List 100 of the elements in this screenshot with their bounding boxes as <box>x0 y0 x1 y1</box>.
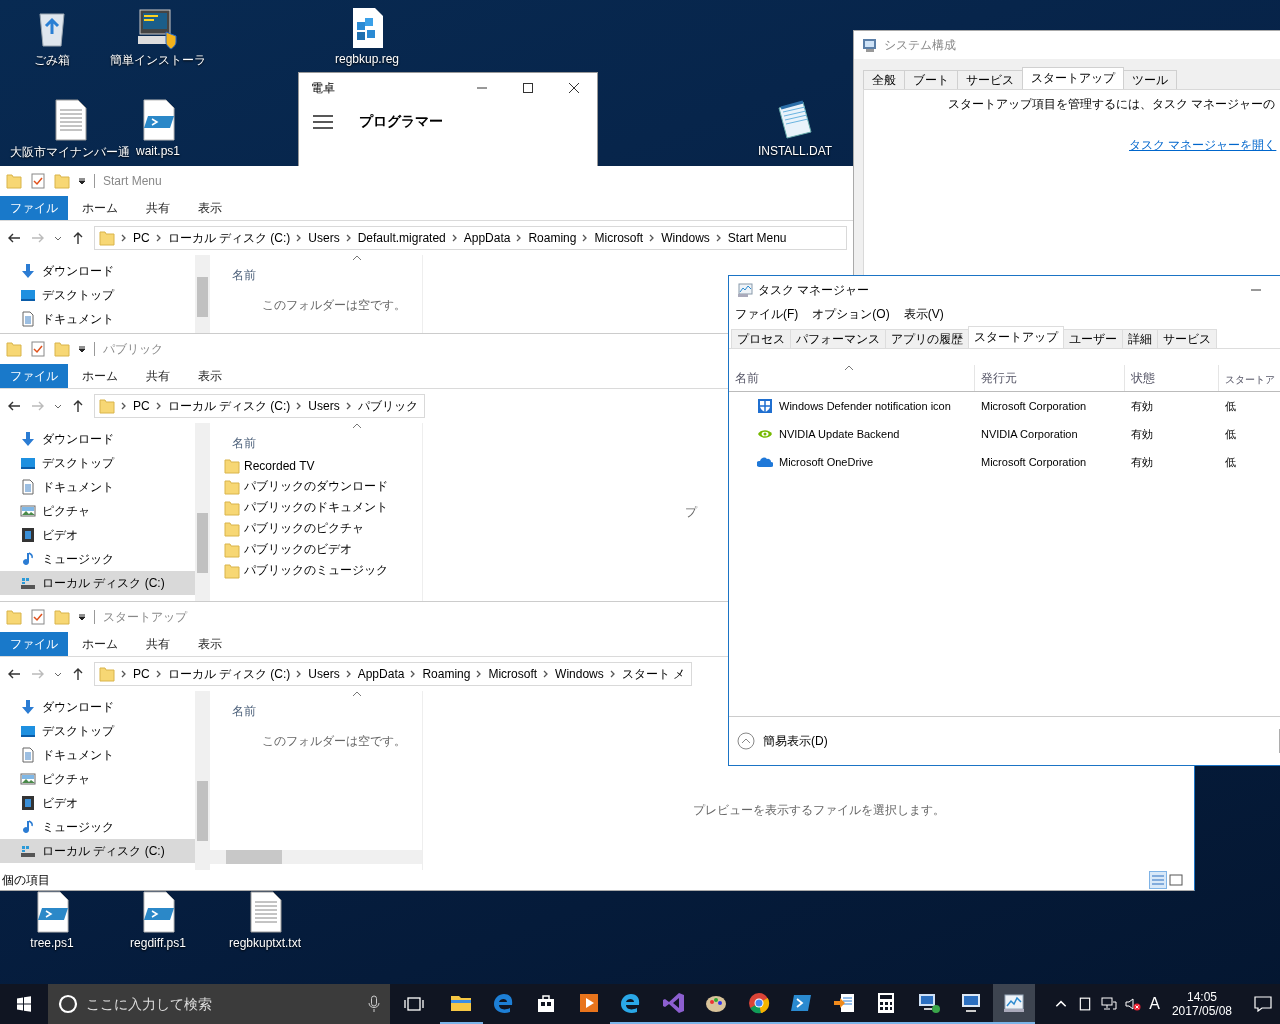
breadcrumb[interactable]: Start Menu <box>727 231 787 245</box>
nav-item[interactable]: ローカル ディスク (C:) <box>0 571 195 595</box>
tab[interactable]: スタートアップ <box>1022 67 1124 89</box>
desktop-icon-label[interactable]: INSTALL.DAT <box>757 144 833 158</box>
tab[interactable]: アプリの履歴 <box>885 329 969 348</box>
breadcrumb[interactable]: Default.migrated <box>357 231 446 245</box>
file-name[interactable]: パブリックのミュージック <box>244 562 388 579</box>
fewer-details-button[interactable]: 簡易表示(D) <box>729 732 836 750</box>
startup-row[interactable]: Microsoft OneDrive Microsoft Corporation 有効 低 <box>729 448 1280 476</box>
window-title: パブリック <box>103 340 163 358</box>
nav-label: ドキュメント <box>42 746 114 764</box>
column-header[interactable]: 名前 <box>222 697 256 720</box>
breadcrumb[interactable]: Microsoft <box>594 231 644 245</box>
address-bar[interactable]: PC ローカル ディスク (C:) Users AppData Roaming Microsoft Windows スタート メ <box>94 662 693 686</box>
file-name[interactable]: パブリックのビデオ <box>244 541 352 558</box>
tab[interactable]: ユーザー <box>1063 329 1123 348</box>
nav-item[interactable]: ダウンロード <box>0 259 195 283</box>
breadcrumb[interactable]: Roaming <box>422 667 471 681</box>
clock-time: 14:05 <box>1186 990 1217 1004</box>
nav-item[interactable]: デスクトップ <box>0 719 195 743</box>
nav-item[interactable]: ピクチャ <box>0 767 195 791</box>
breadcrumb[interactable]: ローカル ディスク (C:) <box>167 229 291 247</box>
file-name[interactable]: Recorded TV <box>244 458 315 473</box>
menu-item[interactable]: ファイル(F) <box>735 306 799 324</box>
breadcrumb[interactable]: スタート メ <box>621 665 686 683</box>
nav-item[interactable]: ドキュメント <box>0 475 195 499</box>
breadcrumb[interactable]: Microsoft <box>488 667 538 681</box>
breadcrumb[interactable]: AppData <box>463 231 511 245</box>
desktop-icon-label[interactable]: tree.ps1 <box>30 936 74 950</box>
nav-item[interactable]: ドキュメント <box>0 743 195 767</box>
nav-label: ダウンロード <box>42 698 114 716</box>
search-input[interactable]: ここに入力して検索 <box>84 995 362 1013</box>
nav-item[interactable]: ミュージック <box>0 547 195 571</box>
address-bar[interactable]: PC ローカル ディスク (C:) Users パブリック <box>94 394 425 418</box>
desktop-icon-label[interactable]: ごみ箱 <box>34 52 70 69</box>
breadcrumb[interactable]: Users <box>308 231 340 245</box>
ribbon-tab[interactable]: ファイル <box>0 364 68 388</box>
startup-impact: 低 <box>1225 398 1236 414</box>
column-header[interactable]: 名前 <box>735 370 759 387</box>
tab[interactable]: サービス <box>1157 329 1217 348</box>
address-bar[interactable]: PC ローカル ディスク (C:) Users Default.migrated AppData Roaming Microsoft Windows Start Menu <box>94 226 847 250</box>
breadcrumb[interactable]: PC <box>133 667 150 681</box>
column-header[interactable]: 状態 <box>1131 370 1155 387</box>
tab[interactable]: 全般 <box>863 70 905 89</box>
file-name[interactable]: パブリックのダウンロード <box>244 478 388 495</box>
column-header[interactable]: 発行元 <box>981 370 1017 387</box>
open-task-manager-link[interactable]: タスク マネージャーを開く <box>1129 137 1277 154</box>
nav-item[interactable]: ドキュメント <box>0 307 195 331</box>
nav-item[interactable]: ダウンロード <box>0 427 195 451</box>
nav-item[interactable]: デスクトップ <box>0 451 195 475</box>
breadcrumb[interactable]: Users <box>308 667 340 681</box>
column-header[interactable]: 名前 <box>222 429 256 452</box>
desktop-icon-label[interactable]: regbkup.reg <box>334 52 399 66</box>
column-header[interactable]: スタートア <box>1225 373 1275 387</box>
breadcrumb[interactable]: Windows <box>661 231 710 245</box>
breadcrumb[interactable]: パブリック <box>357 397 418 415</box>
nav-item[interactable]: ビデオ <box>0 523 195 547</box>
file-name[interactable]: パブリックのピクチャ <box>244 520 364 537</box>
file-name[interactable]: パブリックのドキュメント <box>244 499 388 516</box>
tab[interactable]: ブート <box>904 70 958 89</box>
menu-item[interactable]: オプション(O) <box>812 306 890 324</box>
nav-item[interactable]: ピクチャ <box>0 499 195 523</box>
nav-item[interactable]: ミュージック <box>0 815 195 839</box>
tab[interactable]: プロセス <box>731 329 791 348</box>
nav-item[interactable]: ローカル ディスク (C:) <box>0 839 195 863</box>
input-mode-indicator[interactable]: A <box>1149 995 1160 1013</box>
nav-item[interactable]: ダウンロード <box>0 695 195 719</box>
breadcrumb[interactable]: PC <box>133 399 150 413</box>
desktop-icon-label[interactable]: wait.ps1 <box>136 144 180 158</box>
startup-row[interactable]: NVIDIA Update Backend NVIDIA Corporation 有効 低 <box>729 420 1280 448</box>
tab[interactable]: サービス <box>957 70 1023 89</box>
nav-item[interactable]: デスクトップ <box>0 283 195 307</box>
search-field[interactable]: ここに入力して検索 <box>48 984 390 1024</box>
column-header[interactable]: 名前 <box>222 261 256 284</box>
breadcrumb[interactable]: Windows <box>555 667 604 681</box>
breadcrumb[interactable]: ローカル ディスク (C:) <box>167 397 291 415</box>
nav-label: ビデオ <box>42 526 78 544</box>
ribbon-tab[interactable]: ファイル <box>0 196 68 220</box>
breadcrumb[interactable]: Roaming <box>528 231 577 245</box>
startup-row[interactable]: Windows Defender notification icon Microsoft Corporation 有効 低 <box>729 392 1280 420</box>
desktop-icon-label[interactable]: 簡単インストーラ <box>110 52 206 69</box>
clock[interactable]: 14:05 2017/05/08 <box>1167 990 1236 1018</box>
breadcrumb[interactable]: PC <box>133 231 150 245</box>
desktop-icon-label[interactable]: 大阪市マイナンバー通 <box>10 144 130 161</box>
window-title: Start Menu <box>103 174 162 188</box>
ribbon-tab[interactable]: ファイル <box>0 632 68 656</box>
nav-item[interactable]: ビデオ <box>0 791 195 815</box>
breadcrumb[interactable]: ローカル ディスク (C:) <box>167 665 291 683</box>
breadcrumb[interactable]: AppData <box>357 667 405 681</box>
tab[interactable]: パフォーマンス <box>790 329 886 348</box>
desktop-icon-label[interactable]: regdiff.ps1 <box>130 936 186 950</box>
publisher: Microsoft Corporation <box>981 456 1087 468</box>
menu-item[interactable]: 表示(V) <box>903 306 944 324</box>
startup-impact: 低 <box>1225 454 1236 470</box>
tab[interactable]: ツール <box>1123 70 1177 89</box>
breadcrumb[interactable]: Users <box>308 399 340 413</box>
tab[interactable]: 詳細 <box>1122 329 1158 348</box>
desktop-icon-label[interactable]: regbkuptxt.txt <box>228 936 301 950</box>
nav-label: ローカル ディスク (C:) <box>42 842 165 860</box>
publisher: NVIDIA Corporation <box>981 428 1078 440</box>
